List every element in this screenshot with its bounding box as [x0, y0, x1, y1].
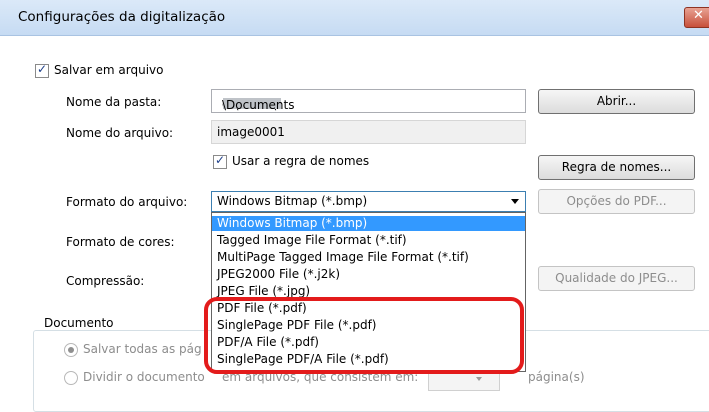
filename-label: Nome do arquivo: — [66, 126, 174, 140]
file-format-label: Formato do arquivo: — [66, 195, 188, 209]
save-all-pages-label: Salvar todas as pág — [83, 342, 202, 356]
split-document-label: Dividir o documento — [83, 370, 205, 384]
pdf-options-highlight — [204, 297, 524, 374]
pdf-options-button[interactable]: Opções do PDF... — [538, 189, 695, 214]
naming-rule-checkbox[interactable]: ✓ — [213, 153, 227, 169]
checkmark-icon: ✓ — [215, 153, 226, 167]
file-format-selected: Windows Bitmap (*.bmp) — [217, 194, 368, 208]
pages-unit-label: página(s) — [528, 370, 585, 384]
folder-value-suffix: \Documents — [222, 98, 295, 112]
filename-value: image0001 — [217, 125, 285, 139]
save-all-pages-radio[interactable] — [64, 343, 78, 357]
filename-input[interactable]: image0001 — [211, 120, 526, 144]
save-to-file-label: Salvar em arquivo — [54, 63, 164, 77]
jpeg-quality-button[interactable]: Qualidade do JPEG... — [538, 266, 695, 291]
file-format-select[interactable]: Windows Bitmap (*.bmp) — [211, 191, 526, 212]
folder-label: Nome da pasta: — [66, 95, 162, 109]
chevron-down-icon — [476, 377, 482, 381]
document-group-label: Documento — [41, 316, 117, 330]
color-format-label: Formato de cores: — [66, 235, 175, 249]
format-option-j2k[interactable]: JPEG2000 File (*.j2k) — [212, 267, 525, 282]
format-option-multipage-tif[interactable]: MultiPage Tagged Image File Format (*.ti… — [212, 250, 525, 265]
format-option-bmp[interactable]: Windows Bitmap (*.bmp) — [212, 216, 525, 231]
save-to-file-checkbox[interactable]: ✓ — [35, 62, 49, 78]
close-button[interactable]: ✕ — [684, 7, 709, 28]
folder-input[interactable]: C:\Users\\Documents — [211, 89, 526, 113]
browse-button[interactable]: Abrir... — [538, 89, 695, 114]
checkmark-icon: ✓ — [37, 62, 48, 76]
compression-label: Compressão: — [66, 274, 145, 288]
title-bar: Configurações da digitalização ✕ — [0, 0, 709, 36]
window-title: Configurações da digitalização — [18, 9, 226, 25]
format-option-tif[interactable]: Tagged Image File Format (*.tif) — [212, 233, 525, 248]
naming-rule-button[interactable]: Regra de nomes... — [538, 155, 695, 180]
split-document-radio[interactable] — [64, 371, 78, 385]
naming-rule-label: Usar a regra de nomes — [232, 154, 370, 168]
chevron-down-icon — [511, 199, 519, 204]
close-icon: ✕ — [693, 8, 704, 23]
